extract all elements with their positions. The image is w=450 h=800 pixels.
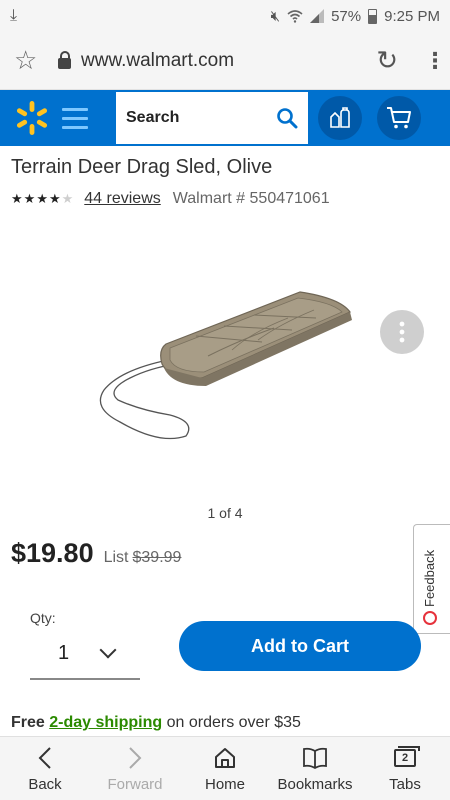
star-empty-icon: ★ bbox=[61, 191, 75, 206]
feedback-label: Feedback bbox=[422, 549, 437, 607]
menu-button[interactable] bbox=[62, 98, 102, 138]
bookmarks-button[interactable]: Bookmarks bbox=[270, 737, 360, 800]
home-label: Home bbox=[204, 776, 245, 793]
menu-bar bbox=[62, 107, 88, 111]
cart-button[interactable] bbox=[377, 96, 421, 140]
rating-row: ★★★★★ 44 reviews Walmart # 550471061 bbox=[11, 190, 330, 208]
browser-menu-icon[interactable]: ⋮ bbox=[424, 49, 446, 72]
menu-bar bbox=[62, 116, 88, 120]
more-options-button[interactable] bbox=[380, 310, 424, 354]
lock-icon bbox=[58, 51, 71, 69]
shipping-link[interactable]: 2-day shipping bbox=[49, 714, 162, 731]
list-price: $39.99 bbox=[132, 549, 182, 566]
tabs-icon: 2 bbox=[394, 744, 420, 772]
tabs-button[interactable]: 2 Tabs bbox=[360, 737, 450, 800]
walmart-header: Search bbox=[0, 90, 450, 146]
bookmark-star-icon[interactable]: ☆ bbox=[14, 45, 50, 76]
add-to-cart-button[interactable]: Add to Cart bbox=[179, 621, 421, 671]
shipping-rest: on orders over $35 bbox=[166, 714, 301, 731]
shipping-free: Free bbox=[11, 714, 45, 731]
home-button[interactable]: Home bbox=[180, 737, 270, 800]
spark-icon bbox=[16, 101, 48, 135]
star-filled-icon: ★ bbox=[48, 191, 62, 206]
address-bar: ☆ www.walmart.com ↻ ⋮ bbox=[0, 32, 450, 90]
star-rating: ★★★★★ bbox=[11, 191, 74, 207]
feedback-icon bbox=[423, 611, 437, 625]
qty-value: 1 bbox=[58, 641, 70, 664]
shipping-note: Free 2-day shipping on orders over $35 bbox=[11, 714, 301, 732]
product-title: Terrain Deer Drag Sled, Olive bbox=[11, 156, 273, 178]
tabs-label: Tabs bbox=[389, 776, 421, 793]
forward-icon bbox=[128, 744, 142, 772]
image-counter: 1 of 4 bbox=[207, 505, 243, 521]
reorder-icon bbox=[330, 107, 350, 128]
battery-percent: 57% bbox=[331, 7, 362, 25]
battery-icon bbox=[368, 8, 378, 24]
download-icon: ⤓ bbox=[10, 7, 18, 24]
walmart-spark-logo[interactable] bbox=[8, 94, 56, 142]
feedback-tab[interactable]: Feedback bbox=[413, 524, 450, 634]
current-price: $19.80 bbox=[11, 538, 94, 568]
bookmarks-icon bbox=[302, 744, 328, 772]
back-icon bbox=[38, 744, 52, 772]
forward-button[interactable]: Forward bbox=[90, 737, 180, 800]
status-right: 🔇︎ 57% 9:25 PM bbox=[271, 8, 440, 25]
more-vertical-icon bbox=[399, 321, 405, 343]
product-image[interactable] bbox=[0, 240, 450, 500]
star-filled-icon: ★ bbox=[36, 191, 49, 206]
mute-icon: 🔇︎ bbox=[270, 7, 281, 25]
wifi-icon bbox=[287, 10, 303, 23]
back-label: Back bbox=[28, 776, 62, 793]
search-input[interactable]: Search bbox=[116, 92, 308, 144]
status-bar: ⤓ 🔇︎ 57% 9:25 PM bbox=[0, 0, 450, 32]
search-placeholder: Search bbox=[126, 109, 180, 126]
menu-bar bbox=[62, 125, 88, 129]
star-filled-icon: ★ bbox=[11, 191, 24, 206]
tab-count: 2 bbox=[394, 746, 420, 767]
qty-label: Qty: bbox=[30, 610, 56, 626]
reload-icon[interactable]: ↻ bbox=[376, 45, 398, 76]
item-number: Walmart # 550471061 bbox=[172, 190, 330, 207]
list-price-label: List bbox=[103, 549, 129, 566]
reviews-link[interactable]: 44 reviews bbox=[84, 190, 160, 208]
home-icon bbox=[213, 744, 237, 772]
signal-icon bbox=[310, 9, 325, 23]
star-filled-icon: ★ bbox=[23, 191, 37, 206]
browser-bottom-bar: Back Forward Home Bookmarks 2 Tabs bbox=[0, 736, 450, 800]
bookmarks-label: Bookmarks bbox=[277, 776, 353, 793]
chevron-down-icon bbox=[99, 641, 117, 659]
price-row: $19.80 List $39.99 bbox=[11, 538, 181, 569]
clock: 9:25 PM bbox=[384, 7, 440, 25]
url-field[interactable]: www.walmart.com bbox=[81, 50, 376, 72]
search-icon[interactable] bbox=[276, 107, 298, 129]
quantity-select[interactable]: 1 bbox=[30, 628, 140, 680]
reorder-button[interactable] bbox=[318, 96, 362, 140]
forward-label: Forward bbox=[107, 776, 163, 793]
sled-image bbox=[99, 291, 352, 440]
cart-icon bbox=[387, 107, 411, 129]
back-button[interactable]: Back bbox=[0, 737, 90, 800]
